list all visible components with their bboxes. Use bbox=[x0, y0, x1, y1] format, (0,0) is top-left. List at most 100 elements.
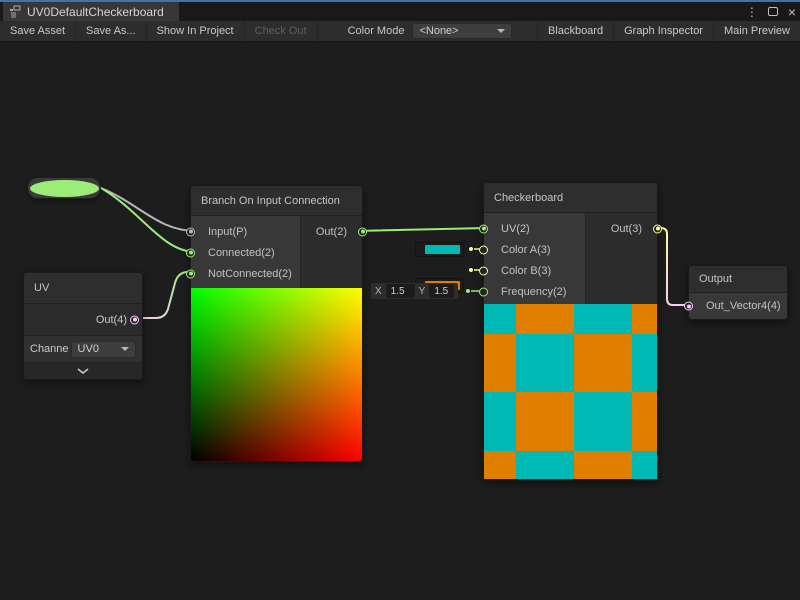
port-label: Out(3) bbox=[611, 223, 642, 235]
checker-cell bbox=[484, 451, 516, 479]
graph-canvas[interactable]: UV(2) UV Out(4) Channe UV0 Branch On Inp… bbox=[0, 42, 800, 599]
frequency-y-input[interactable]: 1.5 bbox=[429, 284, 454, 298]
checker-cell bbox=[632, 334, 657, 392]
color-b-connector-dot bbox=[468, 267, 474, 273]
checker-cell bbox=[484, 304, 516, 334]
port-branch-input[interactable] bbox=[186, 227, 195, 236]
checker-cell bbox=[516, 334, 574, 392]
checkerboard-preview bbox=[484, 304, 657, 479]
edge-branchout-to-checkeruv[interactable] bbox=[356, 228, 487, 231]
window-menu-icon[interactable]: ⋮ bbox=[746, 6, 758, 18]
port-checker-out[interactable] bbox=[653, 224, 662, 233]
edge-uvpill-to-connected[interactable] bbox=[101, 188, 196, 252]
checker-cell bbox=[516, 304, 574, 334]
channel-value: UV0 bbox=[78, 343, 99, 355]
node-title[interactable]: UV bbox=[24, 273, 142, 304]
port-checker-uv[interactable] bbox=[479, 224, 488, 233]
frequency-y-label: Y bbox=[419, 286, 426, 297]
check-out-button: Check Out bbox=[245, 21, 318, 41]
checker-cell bbox=[574, 304, 632, 334]
color-mode-label: Color Mode bbox=[318, 21, 413, 41]
port-label: Color B(3) bbox=[501, 265, 551, 277]
edge-uvout-to-notconnected[interactable] bbox=[137, 272, 196, 318]
shader-graph-icon bbox=[9, 5, 22, 18]
frequency-connector-dot bbox=[465, 288, 471, 294]
checker-cell bbox=[632, 392, 657, 451]
toolbar: Save Asset Save As... Show In Project Ch… bbox=[0, 21, 800, 42]
blackboard-toggle-button[interactable]: Blackboard bbox=[537, 21, 613, 41]
checker-cell bbox=[574, 451, 632, 479]
window-title-bar: UV0DefaultCheckerboard ⋮ × bbox=[0, 0, 800, 21]
node-output[interactable]: Output Out_Vector4(4) bbox=[688, 265, 788, 320]
channel-label: Channe bbox=[30, 343, 69, 355]
uv-gradient-preview bbox=[191, 288, 362, 461]
port-label: Color A(3) bbox=[501, 244, 551, 256]
port-label: NotConnected(2) bbox=[208, 268, 292, 280]
port-label: Frequency(2) bbox=[501, 286, 566, 298]
maximize-icon[interactable] bbox=[768, 7, 778, 16]
graph-inspector-toggle-button[interactable]: Graph Inspector bbox=[613, 21, 713, 41]
channel-dropdown[interactable]: UV0 bbox=[71, 341, 136, 358]
port-label: Out(2) bbox=[316, 226, 347, 238]
port-branch-connected[interactable] bbox=[186, 248, 195, 257]
show-in-project-button[interactable]: Show In Project bbox=[147, 21, 245, 41]
port-row-color-b: Color B(3) bbox=[484, 260, 585, 281]
save-as-button[interactable]: Save As... bbox=[76, 21, 147, 41]
tab-shader-graph[interactable]: UV0DefaultCheckerboard bbox=[3, 2, 179, 21]
port-label: Input(P) bbox=[208, 226, 247, 238]
port-checker-frequency[interactable] bbox=[479, 287, 488, 296]
checker-cell bbox=[574, 334, 632, 392]
chevron-down-icon bbox=[497, 29, 505, 33]
port-row-color-a: Color A(3) bbox=[484, 239, 585, 260]
collapse-preview-button[interactable] bbox=[24, 363, 142, 379]
node-uv2-pill[interactable]: UV(2) bbox=[27, 177, 101, 199]
port-branch-notconnected[interactable] bbox=[186, 269, 195, 278]
port-row-input: Input(P) bbox=[191, 221, 300, 242]
node-branch-on-input-connection[interactable]: Branch On Input Connection Input(P) Conn… bbox=[190, 185, 363, 462]
port-row-connected: Connected(2) bbox=[191, 242, 300, 263]
color-mode-dropdown[interactable]: <None> bbox=[412, 23, 512, 39]
port-label: Connected(2) bbox=[208, 247, 275, 259]
node-title[interactable]: Branch On Input Connection bbox=[191, 186, 362, 216]
save-asset-button[interactable]: Save Asset bbox=[0, 21, 76, 41]
port-label: Out_Vector4(4) bbox=[706, 300, 781, 312]
port-row-frequency: Frequency(2) bbox=[484, 281, 585, 302]
port-row-out: Out(2) bbox=[301, 221, 362, 242]
checker-cell bbox=[516, 392, 574, 451]
port-output-vector4[interactable] bbox=[684, 302, 693, 311]
port-label: UV(2) bbox=[501, 223, 530, 235]
chevron-down-icon bbox=[121, 347, 129, 351]
tab-title: UV0DefaultCheckerboard bbox=[27, 5, 164, 19]
port-row-out: Out(3) bbox=[586, 218, 657, 239]
node-title[interactable]: Checkerboard bbox=[484, 183, 657, 213]
color-mode-value: <None> bbox=[419, 25, 458, 37]
checker-cell bbox=[516, 451, 574, 479]
port-row-out-vector4: Out_Vector4(4) bbox=[689, 293, 787, 319]
color-a-connector-dot bbox=[468, 246, 474, 252]
port-label: Out(4) bbox=[96, 314, 127, 326]
port-uv-out4[interactable] bbox=[130, 315, 139, 324]
edge-uvpill-to-input[interactable] bbox=[101, 188, 196, 231]
port-uv2-out[interactable] bbox=[85, 184, 94, 193]
main-preview-toggle-button[interactable]: Main Preview bbox=[713, 21, 800, 41]
chevron-down-icon bbox=[77, 368, 89, 374]
checker-cell bbox=[484, 334, 516, 392]
frequency-field-group: X 1.5 Y 1.5 bbox=[371, 283, 458, 299]
checker-cell bbox=[632, 304, 657, 334]
node-checkerboard[interactable]: Checkerboard UV(2) Color A(3) Color B(3) bbox=[483, 182, 658, 480]
node-title[interactable]: Output bbox=[689, 266, 787, 293]
port-checker-color-b[interactable] bbox=[479, 266, 488, 275]
color-a-swatch[interactable] bbox=[425, 245, 460, 254]
color-a-field[interactable] bbox=[415, 242, 464, 257]
port-checker-color-a[interactable] bbox=[479, 245, 488, 254]
port-branch-out[interactable] bbox=[358, 227, 367, 236]
checker-cell bbox=[632, 451, 657, 479]
checker-cell bbox=[484, 392, 516, 451]
port-row-uv: UV(2) bbox=[484, 218, 585, 239]
close-icon[interactable]: × bbox=[788, 5, 796, 19]
port-row-notconnected: NotConnected(2) bbox=[191, 263, 300, 284]
frequency-x-input[interactable]: 1.5 bbox=[386, 284, 415, 298]
frequency-x-label: X bbox=[375, 286, 382, 297]
checker-cell bbox=[574, 392, 632, 451]
node-uv[interactable]: UV Out(4) Channe UV0 bbox=[23, 272, 143, 380]
